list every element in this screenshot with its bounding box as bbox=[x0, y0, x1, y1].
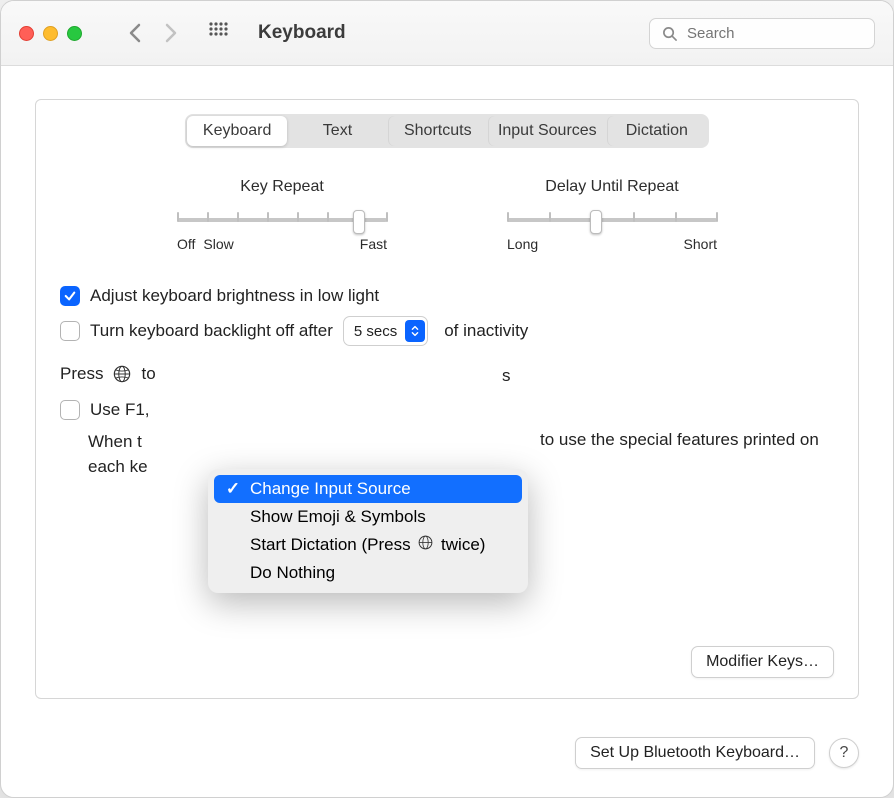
zoom-window-button[interactable] bbox=[67, 26, 82, 41]
delay-track[interactable] bbox=[507, 208, 717, 232]
tab-bar: Keyboard Text Shortcuts Input Sources Di… bbox=[185, 114, 709, 148]
press-globe-row: Press to s bbox=[60, 364, 834, 384]
delay-label-short: Short bbox=[684, 236, 717, 252]
minimize-window-button[interactable] bbox=[43, 26, 58, 41]
adjust-brightness-checkbox[interactable] bbox=[60, 286, 80, 306]
window-controls bbox=[19, 26, 82, 41]
nav-buttons bbox=[128, 22, 178, 44]
search-field[interactable] bbox=[649, 18, 875, 49]
key-repeat-title: Key Repeat bbox=[177, 178, 387, 196]
menu-item-show-emoji[interactable]: Show Emoji & Symbols bbox=[214, 503, 522, 531]
search-input[interactable] bbox=[685, 24, 862, 43]
press-to-label: to bbox=[141, 364, 155, 384]
close-window-button[interactable] bbox=[19, 26, 34, 41]
delay-title: Delay Until Repeat bbox=[507, 178, 717, 196]
menu-item-do-nothing[interactable]: Do Nothing bbox=[214, 559, 522, 587]
adjust-brightness-label: Adjust keyboard brightness in low light bbox=[90, 286, 379, 306]
help-button[interactable]: ? bbox=[829, 738, 859, 768]
options-list: Adjust keyboard brightness in low light … bbox=[60, 286, 834, 479]
globe-action-menu: ✓ Change Input Source Show Emoji & Symbo… bbox=[208, 469, 528, 593]
back-button[interactable] bbox=[128, 22, 142, 44]
check-icon: ✓ bbox=[224, 479, 242, 499]
use-fn-checkbox[interactable] bbox=[60, 400, 80, 420]
menu-item-change-input-source[interactable]: ✓ Change Input Source bbox=[214, 475, 522, 503]
search-icon bbox=[662, 26, 677, 41]
key-repeat-slider: Key Repeat Off Slow Fast bbox=[177, 178, 387, 252]
use-fn-trailing: s bbox=[502, 366, 511, 386]
delay-slider: Delay Until Repeat Long Short bbox=[507, 178, 717, 252]
modifier-keys-button[interactable]: Modifier Keys… bbox=[691, 646, 834, 678]
content-panel: Keyboard Text Shortcuts Input Sources Di… bbox=[35, 99, 859, 699]
key-repeat-track[interactable] bbox=[177, 208, 387, 232]
backlight-off-label-before: Turn keyboard backlight off after bbox=[90, 321, 333, 341]
backlight-off-checkbox[interactable] bbox=[60, 321, 80, 341]
backlight-off-label-after: of inactivity bbox=[444, 321, 528, 341]
menu-item-start-dictation[interactable]: Start Dictation (Press twice) bbox=[214, 531, 522, 559]
globe-icon bbox=[418, 535, 433, 550]
delay-label-long: Long bbox=[507, 236, 538, 252]
tab-dictation[interactable]: Dictation bbox=[607, 116, 707, 146]
use-fn-label: Use F1, bbox=[90, 400, 150, 420]
preferences-window: Keyboard Keyboard Text Shortcuts Input S… bbox=[0, 0, 894, 798]
tab-text[interactable]: Text bbox=[287, 116, 387, 146]
backlight-duration-value: 5 secs bbox=[354, 323, 397, 340]
key-repeat-thumb[interactable] bbox=[353, 210, 365, 234]
bottom-bar: Set Up Bluetooth Keyboard… ? bbox=[35, 737, 859, 769]
adjust-brightness-row: Adjust keyboard brightness in low light bbox=[60, 286, 834, 306]
backlight-duration-popup[interactable]: 5 secs bbox=[343, 316, 428, 346]
window-title: Keyboard bbox=[258, 22, 346, 44]
backlight-off-row: Turn keyboard backlight off after 5 secs… bbox=[60, 316, 834, 346]
use-fn-row: Use F1, bbox=[60, 400, 834, 420]
key-repeat-label-off: Off bbox=[177, 236, 195, 252]
delay-thumb[interactable] bbox=[590, 210, 602, 234]
sliders-row: Key Repeat Off Slow Fast Delay Until Rep… bbox=[60, 178, 834, 252]
popup-stepper-icon bbox=[405, 320, 425, 342]
press-label: Press bbox=[60, 364, 103, 384]
key-repeat-label-fast: Fast bbox=[360, 236, 387, 252]
forward-button[interactable] bbox=[164, 22, 178, 44]
tab-keyboard[interactable]: Keyboard bbox=[187, 116, 287, 146]
tab-shortcuts[interactable]: Shortcuts bbox=[388, 116, 488, 146]
titlebar: Keyboard bbox=[1, 1, 893, 66]
globe-icon bbox=[113, 365, 131, 383]
fn-note-line1-right: to use the special features printed on bbox=[540, 430, 819, 450]
tab-input-sources[interactable]: Input Sources bbox=[488, 116, 607, 146]
show-all-icon[interactable] bbox=[208, 21, 228, 46]
bluetooth-keyboard-button[interactable]: Set Up Bluetooth Keyboard… bbox=[575, 737, 815, 769]
key-repeat-label-slow: Slow bbox=[203, 236, 233, 252]
